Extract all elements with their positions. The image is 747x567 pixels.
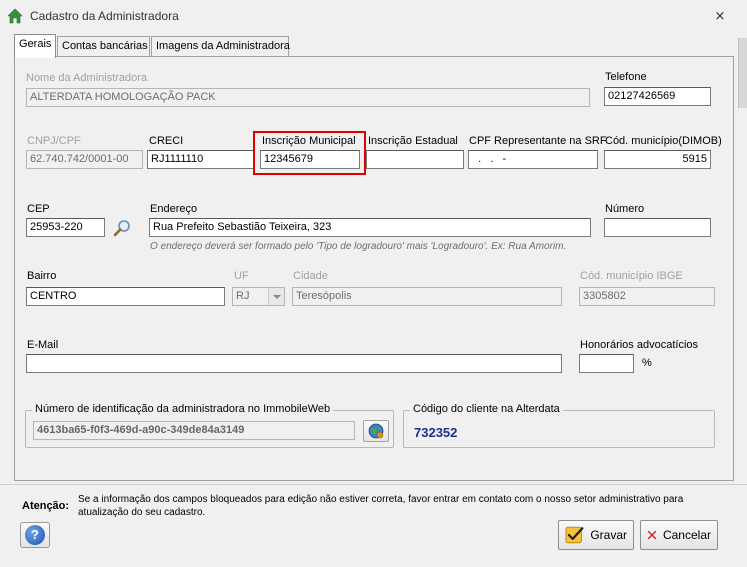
- immobile-sync-button[interactable]: [363, 420, 389, 442]
- inscricao-estadual-field[interactable]: [366, 150, 464, 169]
- cancel-label: Cancelar: [662, 528, 711, 542]
- chevron-down-icon: [268, 288, 284, 305]
- help-button[interactable]: ?: [20, 522, 50, 548]
- bairro-field[interactable]: CENTRO: [26, 287, 225, 306]
- window-title: Cadastro da Administradora: [30, 9, 179, 23]
- attention-title: Atenção:: [22, 500, 70, 512]
- dialog-window: Cadastro da Administradora ⨯ Gerais Cont…: [0, 0, 747, 567]
- immobile-label: Número de identificação da administrador…: [32, 403, 334, 415]
- email-field[interactable]: [26, 354, 562, 373]
- save-label: Gravar: [590, 528, 627, 542]
- close-button[interactable]: ⨯: [712, 9, 728, 23]
- cidade-field[interactable]: Teresópolis: [292, 287, 562, 306]
- codigo-cliente-label: Código do cliente na Alterdata: [410, 403, 563, 415]
- scrollbar[interactable]: [738, 38, 747, 108]
- globe-icon: [368, 423, 384, 439]
- footer-divider: [0, 484, 747, 485]
- tab-imagens[interactable]: Imagens da Administradora: [151, 36, 290, 57]
- save-button[interactable]: Gravar: [558, 520, 634, 550]
- endereco-hint: O endereço deverá ser formado pelo 'Tipo…: [150, 241, 567, 252]
- cancel-button[interactable]: Cancelar: [640, 520, 718, 550]
- checkmark-icon: [565, 526, 584, 544]
- attention-text: Se a informação dos campos bloqueados pa…: [78, 494, 684, 518]
- help-icon: ?: [25, 525, 45, 545]
- codigo-cliente-value: 732352: [414, 425, 458, 440]
- nome-label: Nome da Administradora: [26, 72, 148, 84]
- cod-dimob-label: Cód. município(DIMOB): [605, 135, 722, 147]
- cod-dimob-field[interactable]: 5915: [604, 150, 711, 169]
- uf-value: RJ: [236, 290, 250, 302]
- tab-gerais[interactable]: Gerais: [14, 34, 56, 58]
- bairro-label: Bairro: [27, 270, 57, 282]
- cidade-label: Cidade: [293, 270, 328, 282]
- cnpj-field[interactable]: 62.740.742/0001-00: [26, 150, 143, 169]
- home-icon: [7, 8, 23, 24]
- title-bar: Cadastro da Administradora ⨯: [0, 0, 747, 30]
- immobile-field[interactable]: 4613ba65-f0f3-469d-a90c-349de84a3149: [33, 421, 355, 440]
- cep-label: CEP: [27, 203, 50, 215]
- nome-field[interactable]: ALTERDATA HOMOLOGAÇÃO PACK: [26, 88, 590, 107]
- search-icon[interactable]: [112, 219, 132, 237]
- honorarios-field[interactable]: [579, 354, 634, 373]
- honorarios-label: Honorários advocatícios: [580, 339, 699, 351]
- uf-select[interactable]: RJ: [232, 287, 285, 306]
- uf-label: UF: [234, 270, 249, 282]
- tab-contas-bancarias[interactable]: Contas bancárias: [57, 36, 150, 57]
- endereco-field[interactable]: Rua Prefeito Sebastião Teixeira, 323: [149, 218, 591, 237]
- highlight-box: [253, 131, 366, 175]
- cnpj-label: CNPJ/CPF: [27, 135, 81, 147]
- cpf-representante-field[interactable]: . . -: [468, 150, 598, 169]
- telefone-label: Telefone: [605, 71, 647, 83]
- numero-label: Número: [605, 203, 645, 215]
- cpf-representante-label: CPF Representante na SRF: [469, 135, 607, 147]
- email-label: E-Mail: [27, 339, 59, 351]
- cep-field[interactable]: 25953-220: [26, 218, 105, 237]
- creci-label: CRECI: [149, 135, 184, 147]
- cod-ibge-field[interactable]: 3305802: [579, 287, 715, 306]
- close-icon: [647, 530, 657, 540]
- numero-field[interactable]: [604, 218, 711, 237]
- inscricao-estadual-label: Inscrição Estadual: [368, 135, 458, 147]
- creci-field[interactable]: RJ1111110: [147, 150, 255, 169]
- telefone-field[interactable]: 02127426569: [604, 87, 711, 106]
- cod-ibge-label: Cód. município IBGE: [580, 270, 683, 282]
- percent-sign: %: [642, 357, 652, 369]
- endereco-label: Endereço: [150, 203, 198, 215]
